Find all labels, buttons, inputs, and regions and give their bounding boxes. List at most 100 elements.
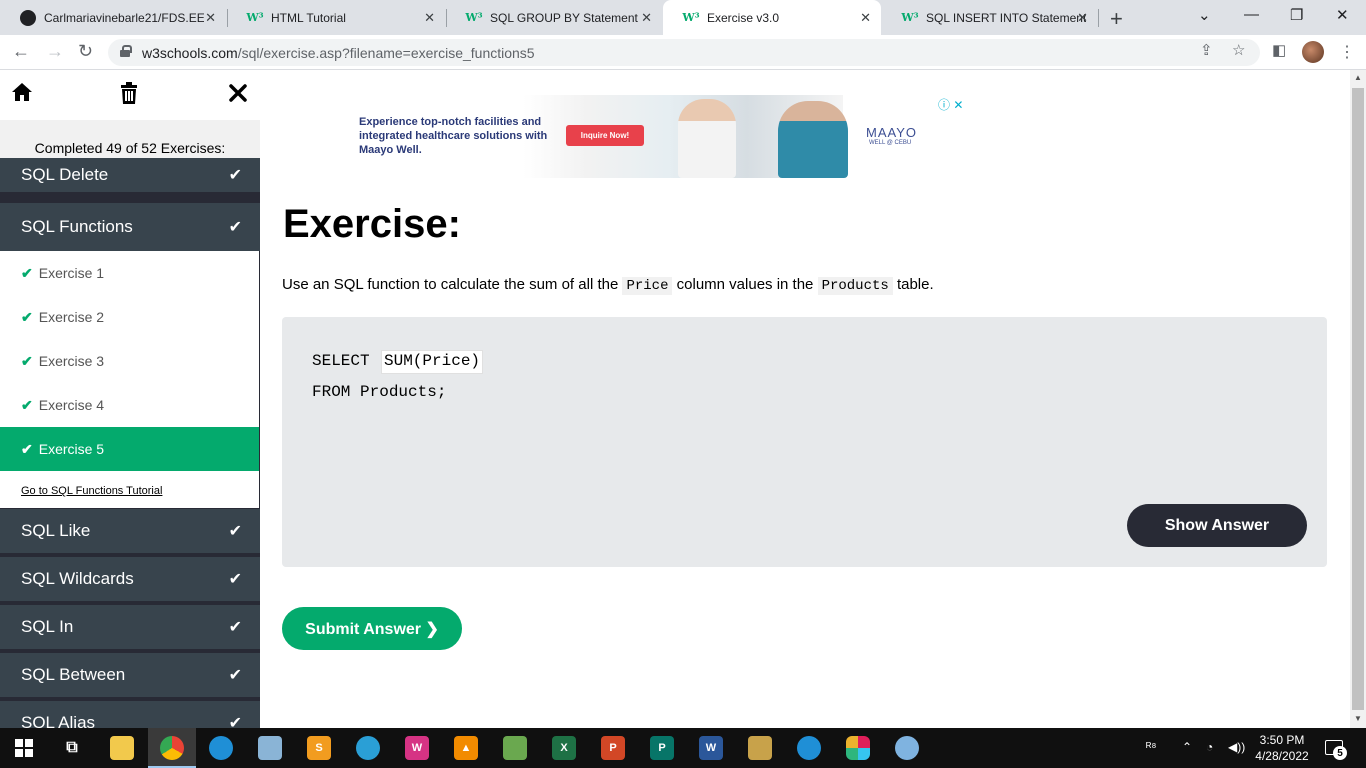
tab-html-tutorial[interactable]: W³ HTML Tutorial ✕ — [227, 0, 445, 35]
app-icon[interactable] — [748, 736, 772, 760]
tray-chevron-icon[interactable]: ⌃ — [1182, 740, 1192, 754]
answer-input[interactable]: SUM(Price) — [381, 350, 484, 374]
slack-icon[interactable] — [846, 736, 870, 760]
chrome-icon[interactable] — [160, 736, 184, 760]
tab-title: Exercise v3.0 — [707, 10, 780, 25]
scroll-down-icon[interactable]: ▼ — [1354, 714, 1362, 723]
excel-icon[interactable]: X — [552, 736, 576, 760]
checkmark-icon: ✔ — [228, 219, 242, 236]
exercise-link-5[interactable]: ✔ Exercise 5 — [0, 427, 259, 471]
checkmark-icon: ✔ — [21, 440, 33, 457]
close-tab-icon[interactable]: ✕ — [424, 10, 435, 26]
code-line-1: SELECT — [312, 352, 380, 370]
ad-close-icon[interactable]: ⓘ ✕ — [938, 96, 963, 113]
tab-sql-group-by[interactable]: W³ SQL GROUP BY Statement ✕ — [446, 0, 662, 35]
bookmark-star-icon[interactable]: ☆ — [1232, 41, 1245, 59]
reload-icon[interactable]: ↻ — [78, 41, 93, 62]
powerpoint-icon[interactable]: P — [601, 736, 625, 760]
exercise-link-4[interactable]: ✔ Exercise 4 — [0, 383, 259, 427]
system-clock[interactable]: 3:50 PM 4/28/2022 — [1252, 732, 1312, 764]
minimize-icon[interactable]: — — [1244, 6, 1259, 23]
sidebar-item-sql-in[interactable]: SQL In ✔ — [0, 605, 260, 651]
edge-icon[interactable] — [797, 736, 821, 760]
close-window-icon[interactable]: ✕ — [1336, 6, 1349, 24]
show-answer-button[interactable]: Show Answer — [1127, 504, 1307, 547]
checkmark-icon: ✔ — [21, 308, 33, 325]
submit-answer-button[interactable]: Submit Answer ❯ — [282, 607, 462, 650]
sidebar-item-sql-alias[interactable]: SQL Alias ✔ — [0, 701, 260, 728]
chart-app-icon[interactable] — [503, 736, 527, 760]
clock-time: 3:50 PM — [1259, 733, 1305, 747]
tab-sql-insert-into[interactable]: W³ SQL INSERT INTO Statement ✕ — [882, 0, 1098, 35]
sidebar-item-sql-between[interactable]: SQL Between ✔ — [0, 653, 260, 699]
checkmark-icon: ✔ — [21, 352, 33, 369]
close-tab-icon[interactable]: ✕ — [641, 10, 652, 26]
exercise-label: Exercise 2 — [38, 309, 105, 325]
new-tab-button[interactable]: + — [1110, 6, 1123, 32]
exercise-description: Use an SQL function to calculate the sum… — [282, 276, 934, 295]
ad-brand-sub: WELL @ CEBU — [869, 140, 912, 146]
restore-icon[interactable]: ❐ — [1290, 6, 1303, 24]
sublime-text-icon[interactable]: S — [307, 736, 331, 760]
exercise-link-2[interactable]: ✔ Exercise 2 — [0, 295, 259, 339]
exercise-label: Exercise 5 — [38, 441, 105, 457]
volume-icon[interactable]: ◀)) — [1228, 740, 1245, 754]
people-icon[interactable]: ᴿ⁸ — [1146, 740, 1156, 754]
scroll-up-icon[interactable]: ▲ — [1354, 73, 1362, 82]
control-panel-icon[interactable] — [258, 736, 282, 760]
sidebar-item-label: SQL Alias — [21, 713, 96, 728]
sidebar-item-label: SQL Like — [21, 521, 91, 540]
forward-icon[interactable]: → — [46, 41, 64, 62]
windows-start-icon[interactable] — [12, 736, 36, 760]
desc-text: Use an SQL function to calculate the sum… — [282, 276, 623, 293]
edge-icon[interactable] — [209, 736, 233, 760]
address-bar[interactable]: w3schools.com/sql/exercise.asp?filename=… — [108, 39, 1260, 66]
close-tab-icon[interactable]: ✕ — [860, 10, 871, 26]
exercise-link-1[interactable]: ✔ Exercise 1 — [0, 251, 259, 295]
publisher-icon[interactable]: P — [650, 736, 674, 760]
profile-avatar[interactable] — [1302, 41, 1324, 63]
back-icon[interactable]: ← — [12, 41, 30, 62]
paint-icon[interactable] — [895, 736, 919, 760]
exercise-link-3[interactable]: ✔ Exercise 3 — [0, 339, 259, 383]
sidebar-item-sql-wildcards[interactable]: SQL Wildcards ✔ — [0, 557, 260, 603]
task-view-icon[interactable]: ⧉ — [60, 736, 84, 760]
exercise-label: Exercise 1 — [38, 265, 105, 281]
close-sidebar-icon[interactable] — [229, 82, 247, 108]
checkmark-icon: ✔ — [228, 523, 242, 540]
close-tab-icon[interactable]: ✕ — [205, 10, 216, 26]
sidebar-item-label: SQL Delete — [21, 165, 109, 184]
browser-tab-strip: Carlmariavinebarle21/FDS.EE ✕ W³ HTML Tu… — [0, 0, 1366, 35]
home-icon[interactable] — [11, 82, 33, 108]
ad-cta-button[interactable]: Inquire Now! — [566, 125, 644, 146]
tab-search-icon[interactable]: ⌄ — [1198, 6, 1211, 24]
wifi-icon[interactable]: ◔ — [1206, 740, 1213, 754]
side-panel-icon[interactable]: ◧ — [1272, 41, 1286, 59]
browser-toolbar: ← → ↻ w3schools.com/sql/exercise.asp?fil… — [0, 35, 1366, 70]
tab-separator — [1098, 9, 1099, 27]
exercise-list: ✔ Exercise 1 ✔ Exercise 2 ✔ Exercise 3 ✔… — [0, 251, 259, 508]
wamp-icon[interactable]: W — [405, 736, 429, 760]
checkmark-icon: ✔ — [228, 715, 242, 728]
sidebar-item-sql-like[interactable]: SQL Like ✔ — [0, 509, 260, 555]
sidebar-item-sql-delete[interactable]: SQL Delete ✔ — [0, 158, 260, 194]
exercise-label: Exercise 3 — [38, 353, 105, 369]
scrollbar-thumb[interactable] — [1352, 88, 1364, 710]
tab-exercise[interactable]: W³ Exercise v3.0 ✕ — [663, 0, 881, 35]
ad-banner[interactable]: Experience top-notch facilities and inte… — [323, 95, 969, 178]
file-explorer-icon[interactable] — [110, 736, 134, 760]
desc-text: column values in the — [672, 276, 818, 293]
close-tab-icon[interactable]: ✕ — [1077, 10, 1088, 26]
trash-icon[interactable] — [120, 82, 138, 110]
tab-github[interactable]: Carlmariavinebarle21/FDS.EE ✕ — [0, 0, 226, 35]
tab-title: HTML Tutorial — [271, 10, 346, 25]
share-icon[interactable]: ⇪ — [1200, 41, 1213, 59]
sidebar-item-sql-functions[interactable]: SQL Functions ✔ — [0, 203, 260, 251]
vlc-icon[interactable]: ▲ — [454, 736, 478, 760]
word-icon[interactable]: W — [699, 736, 723, 760]
windows-taskbar: ⧉ S W ▲ X P P W ᴿ⁸ ⌃ ◔ ◀)) 3:50 PM 4/28/… — [0, 728, 1366, 768]
menu-kebab-icon[interactable]: ⋮ — [1339, 42, 1355, 62]
tutorial-link[interactable]: Go to SQL Functions Tutorial — [21, 485, 162, 497]
page-scrollbar[interactable]: ▲ ▼ — [1350, 70, 1366, 728]
app-icon[interactable] — [356, 736, 380, 760]
